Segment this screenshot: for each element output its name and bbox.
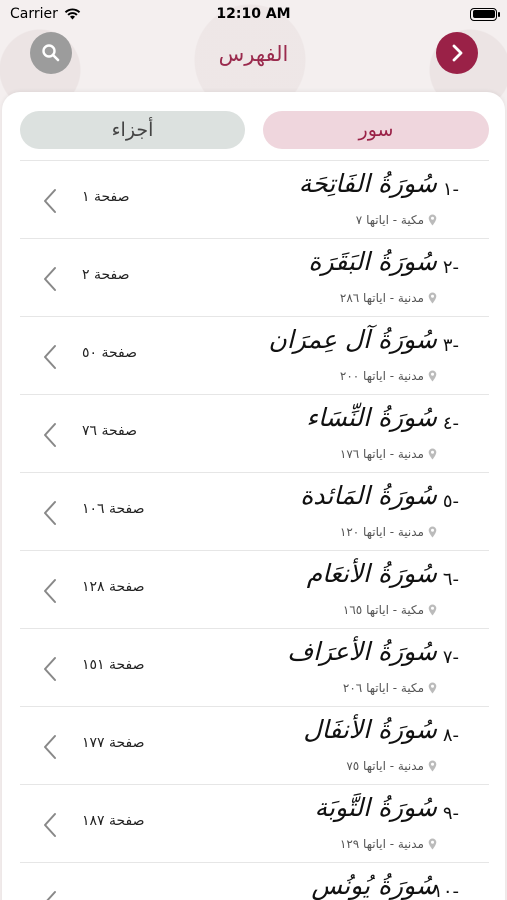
tab-juz[interactable]: أجزاء xyxy=(20,111,245,149)
sura-info-text: مدنية - اياتها ١٧٦ xyxy=(339,447,424,461)
sura-row[interactable]: صفحة ١ -١ سُورَةُ الفَاتِحَة مكية - اياتها … xyxy=(20,161,489,239)
sura-name: سُورَةُ البَقَرَة xyxy=(308,247,437,276)
sura-page: صفحة ٧٦ xyxy=(82,423,138,439)
sura-name: سُورَةُ الأنفَال xyxy=(303,715,437,744)
sura-info: مدنية - اياتها ٢٨٦ xyxy=(340,291,437,305)
sura-page: صفحة ١٢٨ xyxy=(82,579,145,595)
chevron-left-icon xyxy=(44,657,56,681)
sura-info: مدنية - اياتها ٧٥ xyxy=(346,759,437,773)
sura-page: صفحة ١٥١ xyxy=(82,657,145,673)
location-pin-icon xyxy=(428,292,437,304)
sura-name: سُورَةُ الأنعَام xyxy=(306,559,437,588)
status-time: 12:10 AM xyxy=(216,6,291,22)
sura-number: -٢ xyxy=(442,257,459,278)
chevron-right-icon xyxy=(452,44,463,62)
search-button[interactable] xyxy=(30,32,72,74)
sura-row[interactable]: صفحة ١٠٦ -٥ سُورَةُ المَائدة مدنية - اياتها… xyxy=(20,473,489,551)
page-title: الفهرس xyxy=(218,42,289,66)
sura-name: سُورَةُ الفَاتِحَة xyxy=(298,169,437,198)
sura-info: مدنية - اياتها ١٧٦ xyxy=(340,447,437,461)
sura-info: مكية - اياتها ٧ xyxy=(356,213,437,227)
chevron-left-icon xyxy=(44,345,56,369)
sura-row[interactable]: -١٠ سُورَةُ يُونُس xyxy=(20,863,489,900)
chevron-left-icon xyxy=(44,267,56,291)
sura-page: صفحة ١ xyxy=(82,189,130,205)
search-icon xyxy=(42,44,60,62)
sura-page: صفحة ١٠٦ xyxy=(82,501,145,517)
sura-number: -٤ xyxy=(442,413,459,434)
sura-info-text: مدنية - اياتها ١٢٠ xyxy=(339,525,424,539)
location-pin-icon xyxy=(428,370,437,382)
sura-number: -٣ xyxy=(442,335,459,356)
index-card: أجزاء سور صفحة ١ -١ سُورَةُ الفَاتِحَة مكية… xyxy=(2,92,505,900)
sura-name: سُورَةُ النِّسَاء xyxy=(306,403,437,432)
sura-info-text: مدنية - اياتها ٢٨٦ xyxy=(339,291,424,305)
battery-icon xyxy=(470,7,500,21)
chevron-left-icon xyxy=(46,891,56,900)
sura-info: مدنية - اياتها ٢٠٠ xyxy=(340,369,437,383)
sura-info: مدنية - اياتها ١٢٠ xyxy=(340,525,437,539)
tab-sura[interactable]: سور xyxy=(263,111,489,149)
sura-number: -١ xyxy=(442,179,459,200)
sura-info-text: مدنية - اياتها ٧٥ xyxy=(346,759,424,773)
location-pin-icon xyxy=(428,682,437,694)
sura-info-text: مكية - اياتها ٢٠٦ xyxy=(342,681,424,695)
sura-page: صفحة ١٧٧ xyxy=(82,735,145,751)
sura-name: سُورَةُ الأعرَاف xyxy=(287,637,437,666)
sura-info: مكية - اياتها ٢٠٦ xyxy=(343,681,437,695)
sura-number: -١٠ xyxy=(433,881,459,900)
sura-row[interactable]: صفحة ١٧٧ -٨ سُورَةُ الأنفَال مدنية - اياتها… xyxy=(20,707,489,785)
sura-row[interactable]: صفحة ٧٦ -٤ سُورَةُ النِّسَاء مدنية - اياتها… xyxy=(20,395,489,473)
sura-number: -٥ xyxy=(442,491,459,512)
location-pin-icon xyxy=(428,838,437,850)
next-button[interactable] xyxy=(436,32,478,74)
sura-info-text: مدنية - اياتها ١٢٩ xyxy=(339,837,424,851)
sura-row[interactable]: صفحة ١٥١ -٧ سُورَةُ الأعرَاف مكية - اياتها … xyxy=(20,629,489,707)
sura-row[interactable]: صفحة ١٨٧ -٩ سُورَةُ التَّوبَة مدنية - اياته… xyxy=(20,785,489,863)
sura-number: -٩ xyxy=(442,803,459,824)
sura-row[interactable]: صفحة ١٢٨ -٦ سُورَةُ الأنعَام مكية - اياتها … xyxy=(20,551,489,629)
sura-row[interactable]: صفحة ٥٠ -٣ سُورَةُ آل عِمرَان مدنية - اياته… xyxy=(20,317,489,395)
sura-page: صفحة ١٨٧ xyxy=(82,813,145,829)
chevron-left-icon xyxy=(44,813,56,837)
sura-info: مدنية - اياتها ١٢٩ xyxy=(340,837,437,851)
sura-number: -٦ xyxy=(442,569,459,590)
sura-page: صفحة ٥٠ xyxy=(82,345,138,361)
sura-name: سُورَةُ المَائدة xyxy=(300,481,437,510)
nav-bar: الفهرس xyxy=(0,30,507,78)
location-pin-icon xyxy=(428,760,437,772)
location-pin-icon xyxy=(428,526,437,538)
chevron-left-icon xyxy=(44,735,56,759)
sura-name: سُورَةُ يُونُس xyxy=(311,871,437,900)
chevron-left-icon xyxy=(44,189,56,213)
sura-row[interactable]: صفحة ٢ -٢ سُورَةُ البَقَرَة مدنية - اياتها … xyxy=(20,239,489,317)
status-bar: Carrier 12:10 AM xyxy=(0,0,507,28)
sura-info-text: مكية - اياتها ٧ xyxy=(355,213,424,227)
chevron-left-icon xyxy=(44,501,56,525)
sura-info-text: مدنية - اياتها ٢٠٠ xyxy=(339,369,424,383)
sura-name: سُورَةُ آل عِمرَان xyxy=(268,325,437,354)
location-pin-icon xyxy=(428,448,437,460)
sura-info: مكية - اياتها ١٦٥ xyxy=(343,603,437,617)
chevron-left-icon xyxy=(44,423,56,447)
sura-number: -٧ xyxy=(442,647,459,668)
location-pin-icon xyxy=(428,604,437,616)
chevron-left-icon xyxy=(44,579,56,603)
sura-name: سُورَةُ التَّوبَة xyxy=(314,793,437,822)
sura-number: -٨ xyxy=(442,725,459,746)
sura-info-text: مكية - اياتها ١٦٥ xyxy=(342,603,424,617)
sura-page: صفحة ٢ xyxy=(82,267,130,283)
location-pin-icon xyxy=(428,214,437,226)
